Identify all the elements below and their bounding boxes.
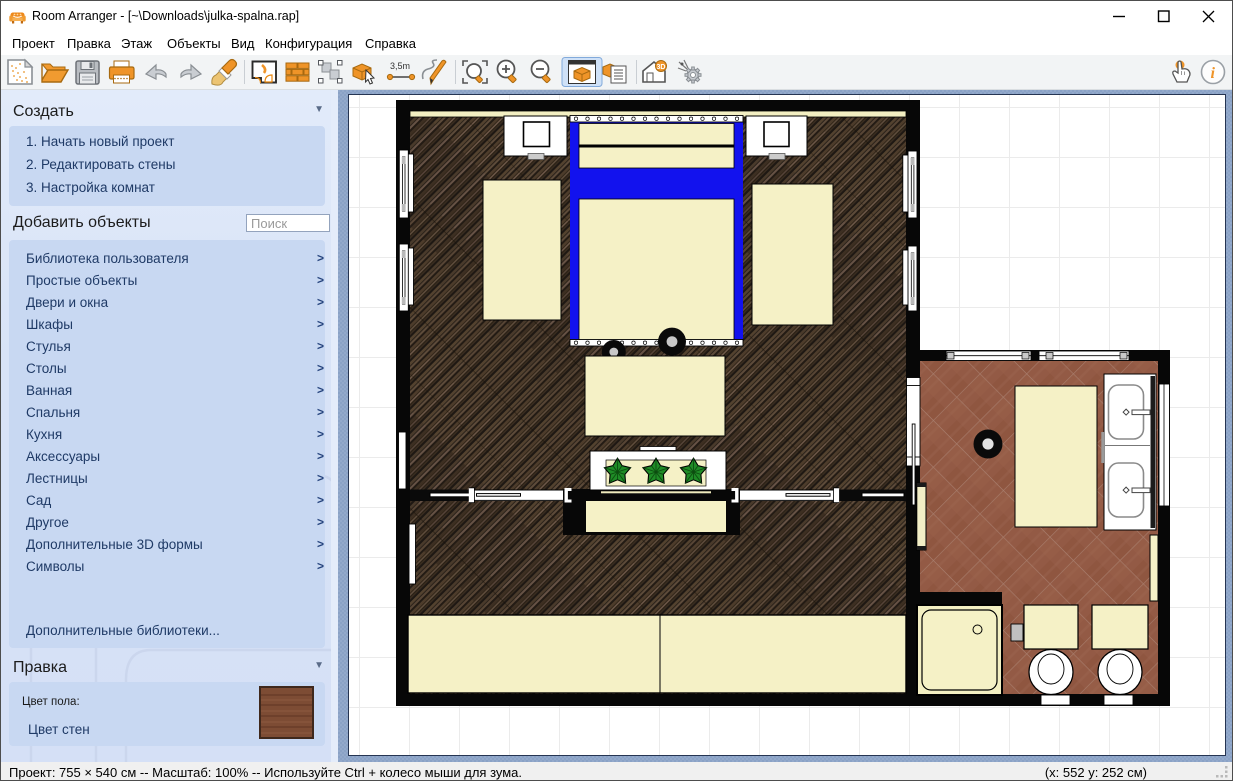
svg-text:3D: 3D — [657, 64, 666, 71]
svg-text:3,5m: 3,5m — [390, 61, 410, 71]
svg-text:i: i — [1211, 65, 1216, 82]
